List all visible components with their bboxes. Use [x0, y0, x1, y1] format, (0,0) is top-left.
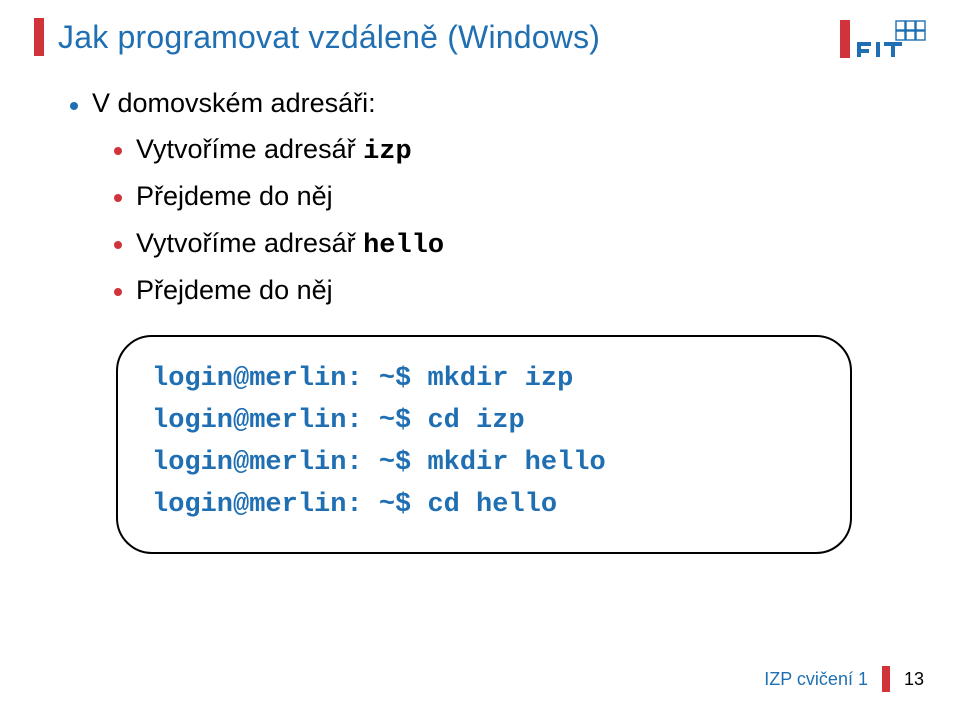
bullet-text: Přejdeme do něj — [136, 275, 333, 308]
content-area: V domovském adresáři: Vytvoříme adresář … — [0, 58, 960, 554]
list-item: V domovském adresáři: — [70, 80, 912, 127]
bullet-text-part: Vytvoříme adresář — [136, 228, 363, 258]
bullet-text-part: Přejdeme do něj — [136, 181, 333, 211]
bullet-dot-icon — [114, 147, 122, 155]
footer-label: IZP cvičení 1 — [764, 669, 868, 690]
bullet-dot-icon — [114, 194, 122, 202]
bullet-dot-icon — [114, 241, 122, 249]
bullet-text: Přejdeme do něj — [136, 181, 333, 214]
code-line: login@merlin: ~$ cd izp — [152, 401, 816, 443]
title-row: Jak programovat vzdáleně (Windows) — [0, 0, 960, 58]
code-line: login@merlin: ~$ mkdir izp — [152, 359, 816, 401]
logo-area — [840, 18, 926, 58]
bullet-code-part: hello — [363, 231, 444, 261]
bullet-text: Vytvoříme adresář izp — [136, 134, 412, 167]
bullet-text: V domovském adresáři: — [92, 88, 376, 119]
bullet-level-1: V domovském adresáři: Vytvoříme adresář … — [70, 80, 912, 315]
code-line: login@merlin: ~$ cd hello — [152, 485, 816, 527]
code-line: login@merlin: ~$ mkdir hello — [152, 443, 816, 485]
bullet-text-part: Vytvoříme adresář — [136, 134, 363, 164]
list-item: Přejdeme do něj — [114, 174, 912, 221]
title-accent-bar — [34, 18, 44, 56]
list-item: Přejdeme do něj — [114, 268, 912, 315]
terminal-snippet: login@merlin: ~$ mkdir izp login@merlin:… — [116, 335, 852, 554]
bullet-code-part: izp — [363, 137, 412, 167]
bullet-text-part: Přejdeme do něj — [136, 275, 333, 305]
title-left: Jak programovat vzdáleně (Windows) — [34, 18, 600, 56]
logo-accent-bar — [840, 20, 850, 58]
bullet-dot-icon — [114, 288, 122, 296]
bullet-text: Vytvoříme adresář hello — [136, 228, 444, 261]
bullet-level-2-group: Vytvoříme adresář izp Přejdeme do něj Vy… — [70, 127, 912, 315]
bullet-dot-icon — [70, 102, 78, 110]
slide: Jak programovat vzdáleně (Windows) — [0, 0, 960, 712]
page-number: 13 — [904, 669, 924, 690]
fit-logo-icon — [856, 20, 926, 58]
list-item: Vytvoříme adresář izp — [114, 127, 912, 174]
slide-title: Jak programovat vzdáleně (Windows) — [58, 19, 600, 56]
slide-footer: IZP cvičení 1 13 — [764, 666, 924, 692]
list-item: Vytvoříme adresář hello — [114, 221, 912, 268]
footer-accent-bar — [882, 666, 890, 692]
